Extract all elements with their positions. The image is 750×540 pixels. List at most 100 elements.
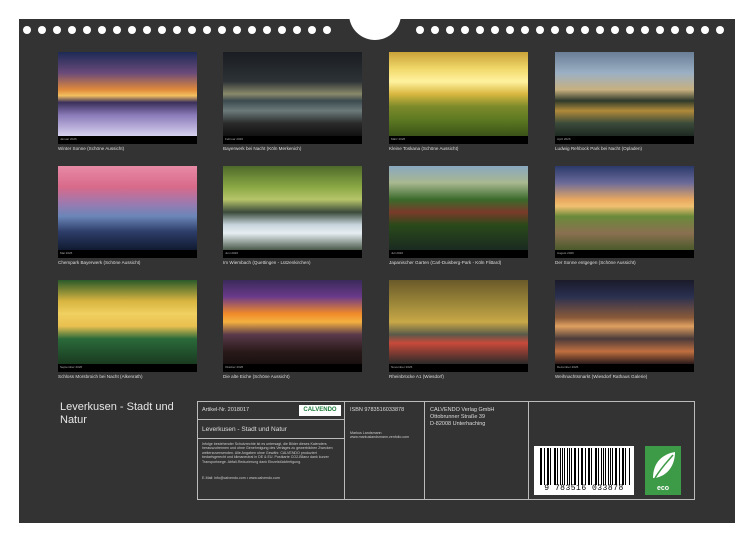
binding-hole xyxy=(53,26,61,34)
photo-caption: Ludwig Rehbock Park bei Nacht (Opladen) xyxy=(555,146,643,151)
divider xyxy=(344,402,345,499)
isbn: ISBN 9783516033878 xyxy=(350,407,405,413)
divider xyxy=(198,419,344,420)
month-photo xyxy=(555,52,694,136)
binding-hole xyxy=(521,26,529,34)
month-photo xyxy=(58,52,197,136)
barcode-bar xyxy=(546,448,548,485)
binding-hole xyxy=(38,26,46,34)
binding-hole xyxy=(158,26,166,34)
calendar-strip xyxy=(58,136,197,144)
month-label: Februar 2026 xyxy=(225,137,244,141)
binding-hole xyxy=(233,26,241,34)
binding-hole xyxy=(278,26,286,34)
binding-hole xyxy=(671,26,679,34)
info-box: Artikel-Nr. 2018017 CALVENDO Leverkusen … xyxy=(197,401,695,500)
month-label: Dezember 2026 xyxy=(557,365,579,369)
legal-notice: Infolge bestehender Schutzrechte ist es … xyxy=(202,442,333,464)
binding-hole xyxy=(551,26,559,34)
barcode: 9 783516 033878 xyxy=(534,446,634,495)
month-label: Oktober 2026 xyxy=(225,365,244,369)
month-label: Juli 2026 xyxy=(391,251,404,255)
calendar-strip xyxy=(555,250,694,258)
binding-hole xyxy=(143,26,151,34)
month-label: August 2026 xyxy=(557,251,574,255)
binding-hole xyxy=(83,26,91,34)
barcode-bar xyxy=(591,448,592,485)
calendar-strip xyxy=(223,364,362,372)
divider xyxy=(424,402,425,499)
binding-hole xyxy=(68,26,76,34)
month-label: April 2026 xyxy=(557,137,571,141)
month-photo xyxy=(223,52,362,136)
photo-caption: Winter Sonne (Schöne Aussicht) xyxy=(58,146,125,151)
calendar-strip xyxy=(389,136,528,144)
binding-hole xyxy=(686,26,694,34)
binding-hole xyxy=(701,26,709,34)
binding-hole xyxy=(416,26,424,34)
month-photo xyxy=(555,166,694,250)
leaf-icon xyxy=(653,452,675,479)
month-label: November 2026 xyxy=(391,365,413,369)
photo-caption: Im Wiembach (Quettingen - Lützenkirchen) xyxy=(223,260,311,265)
binding-hole xyxy=(248,26,256,34)
article-number: Artikel-Nr. 2018017 xyxy=(202,407,250,413)
month-photo xyxy=(223,166,362,250)
month-photo xyxy=(389,52,528,136)
photo-caption: Rheinbrücke A1 (Wiesdorf) xyxy=(389,374,444,379)
month-photo xyxy=(223,280,362,364)
barcode-bar xyxy=(561,448,563,485)
month-photo xyxy=(389,280,528,364)
month-photo xyxy=(58,166,197,250)
calendar-strip xyxy=(58,250,197,258)
binding-hole xyxy=(446,26,454,34)
binding-hole xyxy=(716,26,724,34)
publisher: CALVENDO Verlag GmbH xyxy=(430,407,495,413)
calendar-strip xyxy=(389,250,528,258)
eco-label: eco xyxy=(656,485,670,492)
binding-hole xyxy=(596,26,604,34)
month-label: September 2026 xyxy=(60,365,83,369)
binding-hole xyxy=(461,26,469,34)
month-photo xyxy=(555,280,694,364)
month-label: Mai 2026 xyxy=(60,251,73,255)
binding-hole xyxy=(641,26,649,34)
binding-hole xyxy=(188,26,196,34)
calendar-strip xyxy=(223,250,362,258)
calvendo-logo: CALVENDO xyxy=(299,405,341,416)
author-website: www.markuslandsmann.zenfolio.com xyxy=(350,435,410,439)
binding-hole xyxy=(128,26,136,34)
publisher-city: D-82008 Unterhaching xyxy=(430,421,486,427)
barcode-bar xyxy=(604,448,606,485)
month-photo xyxy=(389,166,528,250)
eco-badge: eco xyxy=(645,446,681,495)
binding-hole xyxy=(98,26,106,34)
photo-caption: Bayerwerk bei Nacht (Köln Merkenich) xyxy=(223,146,302,151)
binding-hole xyxy=(293,26,301,34)
contact-email: E-Mail: info@calvendo.com • www.calvendo… xyxy=(202,476,280,480)
binding-hole xyxy=(611,26,619,34)
photo-caption: Die alte Eiche (Schöne Aussicht) xyxy=(223,374,290,379)
binding-hole xyxy=(308,26,316,34)
month-label: Juni 2026 xyxy=(225,251,239,255)
binding-hole xyxy=(218,26,226,34)
calendar-strip xyxy=(555,136,694,144)
binding-hole xyxy=(656,26,664,34)
publisher-street: Ottobrunner Straße 39 xyxy=(430,414,486,420)
photo-caption: Japanischer Garten (Carl-Duisberg-Park -… xyxy=(389,260,502,265)
divider xyxy=(528,402,529,499)
photo-caption: Der Sonne entgegen (Schöne Aussicht) xyxy=(555,260,636,265)
photo-caption: Weihnachtsmarkt (Wiesdorf Rathaus Galeri… xyxy=(555,374,648,379)
barcode-digits: 9 783516 033878 xyxy=(544,484,624,493)
calendar-title: Leverkusen - Stadt und Natur xyxy=(60,401,174,426)
divider xyxy=(198,438,344,439)
binding-hole xyxy=(113,26,121,34)
photo-caption: Schloss Morsbroich bei Nacht (Alkenrath) xyxy=(58,374,143,379)
binding-hole xyxy=(506,26,514,34)
month-label: März 2026 xyxy=(391,137,406,141)
barcode-bars xyxy=(540,448,630,485)
barcode-bar xyxy=(621,448,623,485)
binding-hole xyxy=(581,26,589,34)
binding-hole xyxy=(203,26,211,34)
binding-hole xyxy=(263,26,271,34)
